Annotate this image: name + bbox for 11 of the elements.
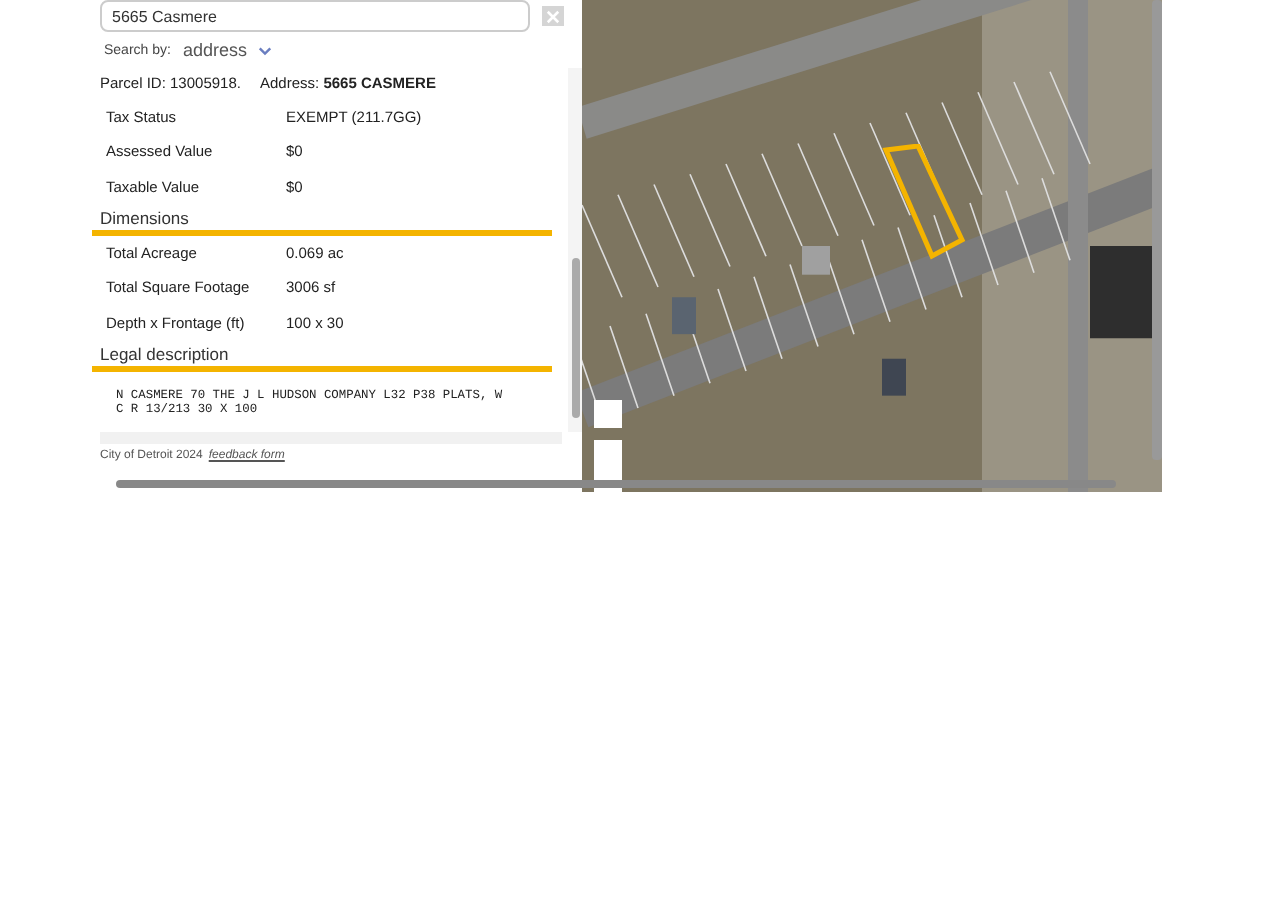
search-by-dropdown[interactable]: address [182, 40, 271, 60]
page-scrollbar[interactable] [116, 480, 1116, 488]
section-header: Dimensions [92, 203, 552, 236]
aerial-map-drawing[interactable] [582, 0, 1162, 492]
vertical-scrollbar[interactable] [1152, 0, 1162, 460]
section-header: Legal description [92, 340, 552, 373]
search-field[interactable]: 5665 Casmere [100, 0, 530, 32]
chevron-down-icon [257, 45, 271, 55]
vertical-scrollbar[interactable] [568, 68, 582, 432]
parcel-outline[interactable] [882, 144, 966, 260]
clear-button[interactable] [542, 6, 564, 26]
